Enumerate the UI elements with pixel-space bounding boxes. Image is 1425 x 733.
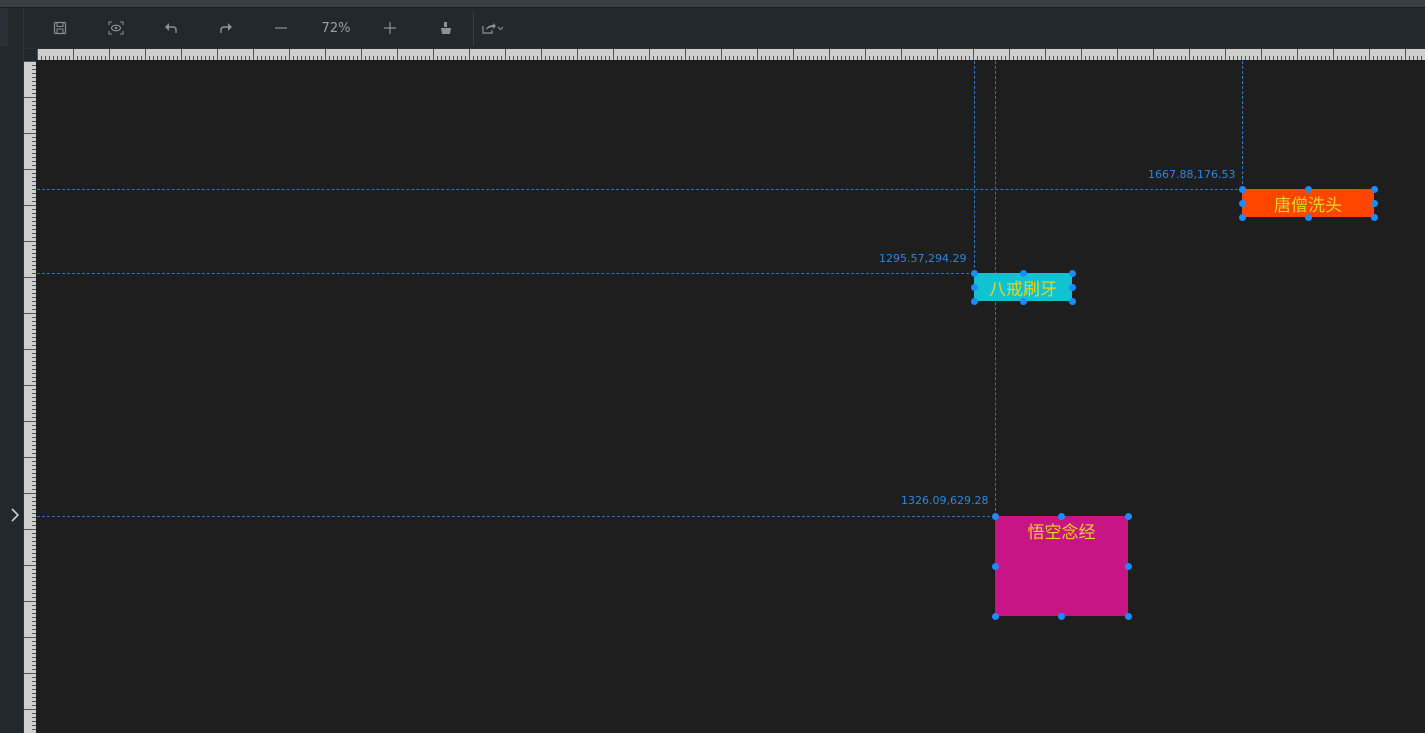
resize-handle[interactable] (1370, 185, 1378, 193)
expand-panel-chevron-right-icon[interactable] (10, 507, 24, 523)
resize-handle[interactable] (1058, 512, 1065, 520)
resize-handle[interactable] (1124, 512, 1132, 520)
clear-icon[interactable] (432, 14, 460, 42)
coord-label-tang: 1667.88,176.53 (1148, 168, 1236, 181)
node-label: 八戒刷牙 (989, 279, 1057, 300)
guide-line-h-bajie (37, 273, 974, 274)
ruler-corner (24, 49, 37, 61)
toolbar-separator (473, 12, 474, 46)
resize-handle[interactable] (1304, 213, 1312, 221)
resize-handle[interactable] (1068, 269, 1076, 277)
resize-handle[interactable] (1304, 185, 1312, 193)
guide-line-v-bajie (974, 61, 975, 273)
guide-line-v-tang (1242, 61, 1243, 189)
resize-handle[interactable] (1019, 269, 1027, 277)
undo-icon[interactable] (157, 14, 185, 42)
export-icon[interactable] (479, 14, 507, 42)
zoom-in-icon[interactable] (376, 14, 404, 42)
left-sidebar (0, 8, 24, 733)
resize-handle[interactable] (1068, 297, 1076, 305)
resize-handle[interactable] (1124, 562, 1132, 570)
node-wukong-chant-sutra[interactable]: 悟空念经 (995, 516, 1128, 616)
coord-label-wukong: 1326.09,629.28 (901, 494, 989, 507)
node-tang-seng-wash-hair[interactable]: 唐僧洗头 (1242, 189, 1374, 217)
resize-handle[interactable] (970, 283, 978, 291)
redo-icon[interactable] (212, 14, 240, 42)
resize-handle[interactable] (970, 297, 978, 305)
save-icon[interactable] (46, 14, 74, 42)
vertical-ruler (24, 61, 36, 733)
guide-line-h-wukong (37, 516, 995, 517)
node-label: 唐僧洗头 (1274, 195, 1342, 216)
coord-label-bajie: 1295.57,294.29 (879, 252, 967, 265)
zoom-level: 72% (321, 20, 351, 36)
resize-handle[interactable] (1238, 185, 1246, 193)
resize-handle[interactable] (1058, 612, 1065, 620)
resize-handle[interactable] (1370, 199, 1378, 207)
preview-icon[interactable] (102, 14, 130, 42)
flow-canvas[interactable]: 1667.88,176.53 1295.57,294.29 1326.09,62… (37, 61, 1425, 733)
toolbar: 72% (24, 8, 1425, 48)
resize-handle[interactable] (1238, 199, 1246, 207)
node-bajie-brush-teeth[interactable]: 八戒刷牙 (974, 273, 1072, 301)
window-top-strip (0, 0, 1425, 7)
resize-handle[interactable] (991, 562, 999, 570)
resize-handle[interactable] (991, 612, 999, 620)
resize-handle[interactable] (1068, 283, 1076, 291)
left-sidebar-top-block (0, 8, 8, 46)
resize-handle[interactable] (1370, 213, 1378, 221)
zoom-out-icon[interactable] (267, 14, 295, 42)
resize-handle[interactable] (1019, 297, 1027, 305)
node-label: 悟空念经 (1027, 523, 1096, 543)
resize-handle[interactable] (991, 512, 999, 520)
resize-handle[interactable] (970, 269, 978, 277)
horizontal-ruler (37, 49, 1425, 60)
resize-handle[interactable] (1238, 213, 1246, 221)
guide-line-h-tang (37, 189, 1243, 190)
resize-handle[interactable] (1124, 612, 1132, 620)
